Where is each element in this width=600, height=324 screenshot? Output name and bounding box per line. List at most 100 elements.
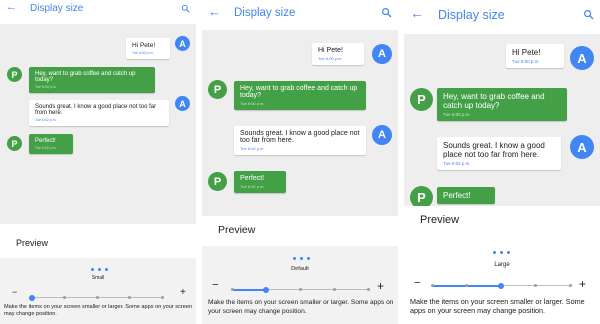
- message-time: Tue 6:02 p.m.: [240, 184, 265, 189]
- slider-tick[interactable]: [160, 296, 164, 299]
- avatar: A: [372, 44, 392, 64]
- preview-chat: Hi Pete! Tue 6:00 p.m. A P Hey, want to …: [404, 34, 600, 206]
- page-title: Display size: [30, 3, 84, 14]
- app-bar: ← Display size: [0, 0, 196, 18]
- search-icon[interactable]: [583, 9, 594, 20]
- message-text: Hey, want to grab coffee and catch up to…: [240, 85, 358, 99]
- message-time: Tue 6:02 p.m.: [35, 146, 57, 150]
- message-bubble: Hi Pete! Tue 6:00 p.m.: [312, 43, 364, 65]
- description-text: Make the items on your screen smaller or…: [410, 297, 585, 316]
- screen-large: ← Display size Hi Pete! Tue 6:00 p.m. A …: [404, 0, 600, 324]
- message-bubble: Sounds great. I know a good place not to…: [437, 137, 561, 170]
- indicator-dot: [300, 257, 303, 260]
- message-bubble: Sounds great. I know a good place not to…: [29, 100, 169, 126]
- avatar: P: [208, 172, 227, 191]
- message-text: Sounds great. I know a good place not to…: [35, 104, 157, 116]
- message-text: Hey, want to grab coffee and catch up to…: [443, 92, 545, 110]
- message-time: Tue 6:00 p.m.: [318, 56, 343, 61]
- screen-small: ← Display size Hi Pete! Tue 6:00 p.m. A …: [0, 0, 196, 324]
- page-indicator: [493, 251, 510, 254]
- display-size-slider[interactable]: [430, 281, 572, 289]
- message-time: Tue 6:00 p.m.: [240, 101, 265, 106]
- description-text: Make the items on your screen smaller or…: [4, 304, 193, 318]
- slider-tick[interactable]: [298, 288, 302, 291]
- decrease-size-button[interactable]: −: [212, 280, 218, 291]
- message-bubble: Hey, want to grab coffee and catch up to…: [234, 81, 366, 110]
- description-text: Make the items on your screen smaller or…: [208, 299, 394, 315]
- arrow-back-icon[interactable]: ←: [410, 6, 424, 20]
- indicator-dot: [293, 257, 296, 260]
- arrow-back-icon[interactable]: ←: [208, 5, 221, 18]
- message-time: Tue 6:02 p.m.: [35, 118, 57, 122]
- message-bubble: Sounds great. I know a good place not to…: [234, 126, 366, 155]
- message-bubble: Hi Pete! Tue 6:00 p.m.: [126, 38, 170, 59]
- message-text: Perfect!: [443, 191, 471, 200]
- increase-size-button[interactable]: +: [377, 280, 384, 292]
- size-label: Default: [291, 266, 309, 272]
- slider-tick[interactable]: [366, 288, 370, 291]
- slider-tick[interactable]: [465, 284, 468, 287]
- screen-default: ← Display size Hi Pete! Tue 6:00 p.m. A …: [202, 0, 398, 324]
- indicator-dot: [493, 251, 496, 254]
- preview-label: Preview: [218, 224, 256, 236]
- increase-size-button[interactable]: +: [579, 278, 586, 290]
- search-icon[interactable]: [381, 7, 392, 18]
- avatar: P: [410, 186, 433, 206]
- slider-tick[interactable]: [95, 296, 99, 299]
- message-text: Hi Pete!: [512, 48, 541, 57]
- display-size-slider[interactable]: [29, 294, 164, 301]
- message-bubble: Hey, want to grab coffee and catch up to…: [29, 67, 155, 93]
- message-bubble: Perfect! Tue 6:02 p.m.: [29, 134, 73, 154]
- preview-label: Preview: [420, 214, 460, 226]
- message-time: Tue 6:00 p.m.: [512, 59, 540, 64]
- message-bubble: Hey, want to grab coffee and catch up to…: [437, 88, 567, 121]
- size-label: Small: [91, 275, 105, 281]
- slider-tick[interactable]: [568, 284, 572, 287]
- indicator-dot: [507, 251, 510, 254]
- avatar: A: [570, 135, 594, 159]
- slider-thumb[interactable]: [263, 286, 269, 293]
- page-title: Display size: [234, 7, 296, 19]
- avatar: P: [208, 80, 227, 99]
- indicator-dot: [307, 257, 310, 260]
- slider-tick[interactable]: [332, 288, 336, 291]
- message-text: Hi Pete!: [318, 47, 343, 54]
- search-icon[interactable]: [181, 4, 190, 13]
- message-text: Hey, want to grab coffee and catch up to…: [35, 71, 136, 83]
- page-title: Display size: [438, 8, 505, 22]
- message-bubble: Perfect!: [437, 187, 495, 204]
- indicator-dot: [91, 268, 94, 271]
- indicator-dot: [105, 268, 108, 271]
- slider-tick[interactable]: [63, 296, 66, 299]
- display-size-slider[interactable]: [230, 285, 370, 293]
- avatar: A: [372, 125, 392, 145]
- message-time: Tue 6:00 p.m.: [443, 112, 471, 117]
- message-time: Tue 6:00 p.m.: [240, 146, 265, 151]
- message-time: Tue 6:00 p.m.: [132, 51, 154, 55]
- arrow-back-icon[interactable]: ←: [6, 2, 17, 13]
- message-time: Tue 6:02 p.m.: [443, 161, 471, 166]
- slider-tick[interactable]: [128, 296, 131, 299]
- slider-tick[interactable]: [534, 284, 537, 287]
- message-bubble: Hi Pete! Tue 6:00 p.m.: [506, 44, 564, 68]
- indicator-dot: [98, 268, 101, 271]
- slider-tick[interactable]: [230, 288, 234, 291]
- avatar: A: [175, 96, 190, 111]
- size-label: Large: [494, 262, 510, 268]
- slider-thumb[interactable]: [498, 282, 504, 289]
- page-indicator: [91, 268, 108, 271]
- increase-size-button[interactable]: +: [180, 288, 186, 298]
- slider-tick[interactable]: [430, 284, 434, 287]
- message-text: Perfect!: [35, 138, 56, 144]
- decrease-size-button[interactable]: −: [12, 288, 17, 297]
- avatar: A: [570, 46, 594, 70]
- preview-chat: Hi Pete! Tue 6:00 p.m. A P Hey, want to …: [0, 24, 196, 224]
- message-text: Sounds great. I know a good place not to…: [240, 130, 360, 144]
- message-bubble: Perfect! Tue 6:02 p.m.: [234, 171, 286, 193]
- slider-thumb[interactable]: [29, 294, 35, 301]
- preview-label: Preview: [16, 238, 49, 248]
- avatar: A: [175, 36, 190, 51]
- page-indicator: [293, 257, 310, 260]
- message-text: Hi Pete!: [132, 42, 156, 49]
- decrease-size-button[interactable]: −: [414, 278, 420, 289]
